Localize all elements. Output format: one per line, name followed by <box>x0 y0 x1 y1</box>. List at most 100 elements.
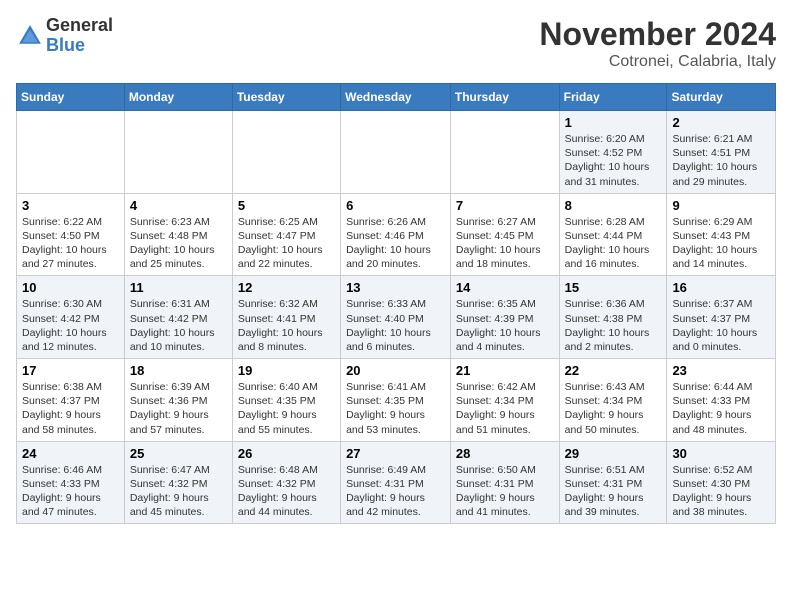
title-area: November 2024 Cotronei, Calabria, Italy <box>539 16 776 71</box>
header-monday: Monday <box>124 84 232 111</box>
calendar-week-1: 1 Sunrise: 6:20 AM Sunset: 4:52 PM Daylig… <box>17 111 776 194</box>
day-number: 14 <box>456 280 554 295</box>
calendar-cell: 25 Sunrise: 6:47 AM Sunset: 4:32 PM Dayli… <box>124 441 232 524</box>
calendar-cell: 17 Sunrise: 6:38 AM Sunset: 4:37 PM Dayli… <box>17 359 125 442</box>
logo-general-text: General <box>46 15 113 35</box>
calendar-cell: 26 Sunrise: 6:48 AM Sunset: 4:32 PM Dayli… <box>232 441 340 524</box>
calendar-cell: 8 Sunrise: 6:28 AM Sunset: 4:44 PM Daylig… <box>559 193 667 276</box>
logo-text: General Blue <box>46 16 113 56</box>
day-number: 5 <box>238 198 335 213</box>
calendar-cell: 4 Sunrise: 6:23 AM Sunset: 4:48 PM Daylig… <box>124 193 232 276</box>
calendar-cell <box>450 111 559 194</box>
calendar-cell <box>341 111 451 194</box>
calendar-cell <box>124 111 232 194</box>
calendar-cell: 12Sunrise: 6:32 AM Sunset: 4:41 PM Dayli… <box>232 276 340 359</box>
day-info: Sunrise: 6:41 AM Sunset: 4:35 PM Dayligh… <box>346 380 445 437</box>
day-number: 15 <box>565 280 662 295</box>
logo: General Blue <box>16 16 113 56</box>
day-info: Sunrise: 6:25 AM Sunset: 4:47 PM Dayligh… <box>238 215 335 272</box>
header-wednesday: Wednesday <box>341 84 451 111</box>
calendar-cell <box>17 111 125 194</box>
day-number: 11 <box>130 280 227 295</box>
calendar-cell: 5 Sunrise: 6:25 AM Sunset: 4:47 PM Daylig… <box>232 193 340 276</box>
day-number: 2 <box>672 115 770 130</box>
day-number: 18 <box>130 363 227 378</box>
calendar-cell: 10 Sunrise: 6:30 AM Sunset: 4:42 PM Dayli… <box>17 276 125 359</box>
header-friday: Friday <box>559 84 667 111</box>
day-info: Sunrise: 6:26 AM Sunset: 4:46 PM Dayligh… <box>346 215 445 272</box>
day-info: Sunrise: 6:50 AM Sunset: 4:31 PM Dayligh… <box>456 463 554 520</box>
day-info: Sunrise: 6:35 AM Sunset: 4:39 PM Dayligh… <box>456 297 554 354</box>
calendar-table: SundayMondayTuesdayWednesdayThursdayFrid… <box>16 83 776 524</box>
day-info: Sunrise: 6:37 AM Sunset: 4:37 PM Dayligh… <box>672 297 770 354</box>
day-number: 25 <box>130 446 227 461</box>
calendar-cell: 19 Sunrise: 6:40 AM Sunset: 4:35 PM Dayli… <box>232 359 340 442</box>
day-info: Sunrise: 6:43 AM Sunset: 4:34 PM Dayligh… <box>565 380 662 437</box>
day-info: Sunrise: 6:20 AM Sunset: 4:52 PM Dayligh… <box>565 132 662 189</box>
day-number: 12 <box>238 280 335 295</box>
calendar-header-row: SundayMondayTuesdayWednesdayThursdayFrid… <box>17 84 776 111</box>
calendar-cell: 20 Sunrise: 6:41 AM Sunset: 4:35 PM Dayli… <box>341 359 451 442</box>
day-number: 1 <box>565 115 662 130</box>
day-info: Sunrise: 6:40 AM Sunset: 4:35 PM Dayligh… <box>238 380 335 437</box>
day-info: Sunrise: 6:44 AM Sunset: 4:33 PM Dayligh… <box>672 380 770 437</box>
day-number: 24 <box>22 446 119 461</box>
header-sunday: Sunday <box>17 84 125 111</box>
day-info: Sunrise: 6:38 AM Sunset: 4:37 PM Dayligh… <box>22 380 119 437</box>
day-number: 17 <box>22 363 119 378</box>
day-number: 9 <box>672 198 770 213</box>
day-info: Sunrise: 6:52 AM Sunset: 4:30 PM Dayligh… <box>672 463 770 520</box>
calendar-cell: 3Sunrise: 6:22 AM Sunset: 4:50 PM Daylig… <box>17 193 125 276</box>
calendar-cell: 6 Sunrise: 6:26 AM Sunset: 4:46 PM Daylig… <box>341 193 451 276</box>
day-info: Sunrise: 6:33 AM Sunset: 4:40 PM Dayligh… <box>346 297 445 354</box>
calendar-cell: 1 Sunrise: 6:20 AM Sunset: 4:52 PM Daylig… <box>559 111 667 194</box>
calendar-cell: 28 Sunrise: 6:50 AM Sunset: 4:31 PM Dayli… <box>450 441 559 524</box>
calendar-week-4: 17 Sunrise: 6:38 AM Sunset: 4:37 PM Dayli… <box>17 359 776 442</box>
day-number: 19 <box>238 363 335 378</box>
calendar-cell: 29 Sunrise: 6:51 AM Sunset: 4:31 PM Dayli… <box>559 441 667 524</box>
logo-icon <box>16 22 44 50</box>
day-info: Sunrise: 6:31 AM Sunset: 4:42 PM Dayligh… <box>130 297 227 354</box>
day-number: 20 <box>346 363 445 378</box>
day-info: Sunrise: 6:47 AM Sunset: 4:32 PM Dayligh… <box>130 463 227 520</box>
day-number: 28 <box>456 446 554 461</box>
calendar-week-2: 3Sunrise: 6:22 AM Sunset: 4:50 PM Daylig… <box>17 193 776 276</box>
day-info: Sunrise: 6:46 AM Sunset: 4:33 PM Dayligh… <box>22 463 119 520</box>
day-number: 29 <box>565 446 662 461</box>
calendar-cell: 21 Sunrise: 6:42 AM Sunset: 4:34 PM Dayli… <box>450 359 559 442</box>
calendar-cell: 15 Sunrise: 6:36 AM Sunset: 4:38 PM Dayli… <box>559 276 667 359</box>
day-info: Sunrise: 6:27 AM Sunset: 4:45 PM Dayligh… <box>456 215 554 272</box>
day-info: Sunrise: 6:28 AM Sunset: 4:44 PM Dayligh… <box>565 215 662 272</box>
day-number: 23 <box>672 363 770 378</box>
day-info: Sunrise: 6:23 AM Sunset: 4:48 PM Dayligh… <box>130 215 227 272</box>
day-number: 10 <box>22 280 119 295</box>
header-tuesday: Tuesday <box>232 84 340 111</box>
day-number: 4 <box>130 198 227 213</box>
day-info: Sunrise: 6:22 AM Sunset: 4:50 PM Dayligh… <box>22 215 119 272</box>
day-info: Sunrise: 6:49 AM Sunset: 4:31 PM Dayligh… <box>346 463 445 520</box>
calendar-cell: 9 Sunrise: 6:29 AM Sunset: 4:43 PM Daylig… <box>667 193 776 276</box>
calendar-cell: 27Sunrise: 6:49 AM Sunset: 4:31 PM Dayli… <box>341 441 451 524</box>
day-info: Sunrise: 6:36 AM Sunset: 4:38 PM Dayligh… <box>565 297 662 354</box>
calendar-cell: 18Sunrise: 6:39 AM Sunset: 4:36 PM Dayli… <box>124 359 232 442</box>
page-header: General Blue November 2024 Cotronei, Cal… <box>16 16 776 71</box>
day-number: 16 <box>672 280 770 295</box>
day-info: Sunrise: 6:51 AM Sunset: 4:31 PM Dayligh… <box>565 463 662 520</box>
day-info: Sunrise: 6:42 AM Sunset: 4:34 PM Dayligh… <box>456 380 554 437</box>
day-info: Sunrise: 6:30 AM Sunset: 4:42 PM Dayligh… <box>22 297 119 354</box>
calendar-cell: 2Sunrise: 6:21 AM Sunset: 4:51 PM Daylig… <box>667 111 776 194</box>
day-info: Sunrise: 6:29 AM Sunset: 4:43 PM Dayligh… <box>672 215 770 272</box>
day-number: 26 <box>238 446 335 461</box>
month-title: November 2024 <box>539 16 776 53</box>
day-number: 6 <box>346 198 445 213</box>
calendar-cell: 24 Sunrise: 6:46 AM Sunset: 4:33 PM Dayli… <box>17 441 125 524</box>
calendar-week-5: 24 Sunrise: 6:46 AM Sunset: 4:33 PM Dayli… <box>17 441 776 524</box>
day-info: Sunrise: 6:48 AM Sunset: 4:32 PM Dayligh… <box>238 463 335 520</box>
calendar-cell: 23 Sunrise: 6:44 AM Sunset: 4:33 PM Dayli… <box>667 359 776 442</box>
day-number: 21 <box>456 363 554 378</box>
logo-blue-text: Blue <box>46 35 85 55</box>
calendar-cell: 22Sunrise: 6:43 AM Sunset: 4:34 PM Dayli… <box>559 359 667 442</box>
location-subtitle: Cotronei, Calabria, Italy <box>539 53 776 71</box>
day-number: 8 <box>565 198 662 213</box>
header-thursday: Thursday <box>450 84 559 111</box>
